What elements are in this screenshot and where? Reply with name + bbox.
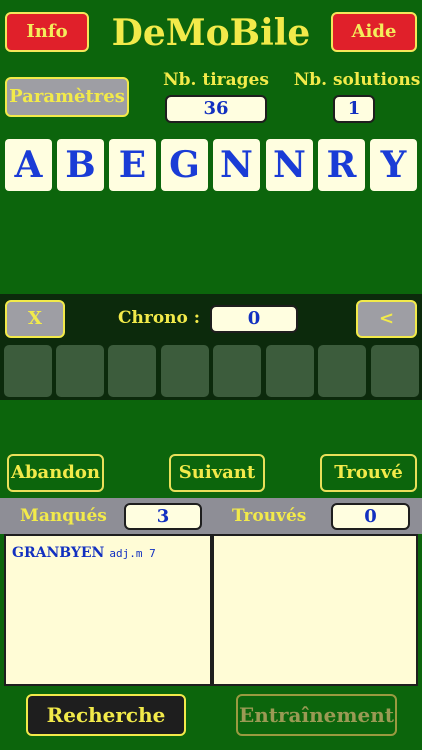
chrono-value: 0 [210, 305, 298, 333]
letter-tile[interactable]: N [266, 139, 313, 191]
backspace-button[interactable]: < [356, 300, 417, 338]
draws-label: Nb. tirages [163, 70, 269, 90]
training-mode-button[interactable]: Entraînement [236, 694, 397, 736]
answer-slot[interactable] [4, 345, 52, 397]
answer-slot[interactable] [56, 345, 104, 397]
letter-tile[interactable]: R [318, 139, 365, 191]
solutions-label: Nb. solutions [293, 70, 421, 90]
draws-value: 36 [165, 95, 267, 123]
letter-tile[interactable]: B [57, 139, 104, 191]
missed-word: GRANBYEN [12, 545, 105, 561]
answer-slot[interactable] [161, 345, 209, 397]
answer-slot[interactable] [213, 345, 261, 397]
missed-words-list[interactable]: GRANBYEN adj.m 7 [4, 534, 212, 686]
answer-slot[interactable] [108, 345, 156, 397]
clear-button[interactable]: X [5, 300, 65, 338]
answer-slot[interactable] [266, 345, 314, 397]
abandon-button[interactable]: Abandon [7, 454, 104, 492]
solutions-value: 1 [333, 95, 375, 123]
letter-tile[interactable]: N [213, 139, 260, 191]
list-item[interactable]: GRANBYEN adj.m 7 [12, 542, 204, 561]
next-button[interactable]: Suivant [169, 454, 265, 492]
missed-label: Manqués [20, 506, 107, 526]
letter-tile[interactable]: E [109, 139, 156, 191]
answer-slot[interactable] [318, 345, 366, 397]
letter-tile[interactable]: G [161, 139, 208, 191]
search-mode-button[interactable]: Recherche [26, 694, 186, 736]
missed-count: 3 [124, 503, 202, 530]
info-button[interactable]: Info [5, 12, 89, 52]
found-count: 0 [331, 503, 410, 530]
help-button[interactable]: Aide [331, 12, 417, 52]
found-words-label: Trouvés [232, 506, 307, 526]
found-button[interactable]: Trouvé [320, 454, 417, 492]
answer-slot[interactable] [371, 345, 419, 397]
app-title: DeMoBile [111, 12, 311, 54]
missed-word-info: adj.m 7 [109, 547, 156, 560]
found-words-list[interactable] [212, 534, 418, 686]
parameters-button[interactable]: Paramètres [5, 77, 129, 117]
chrono-label: Chrono : [118, 308, 201, 328]
letter-tile[interactable]: Y [370, 139, 417, 191]
letter-tile[interactable]: A [5, 139, 52, 191]
